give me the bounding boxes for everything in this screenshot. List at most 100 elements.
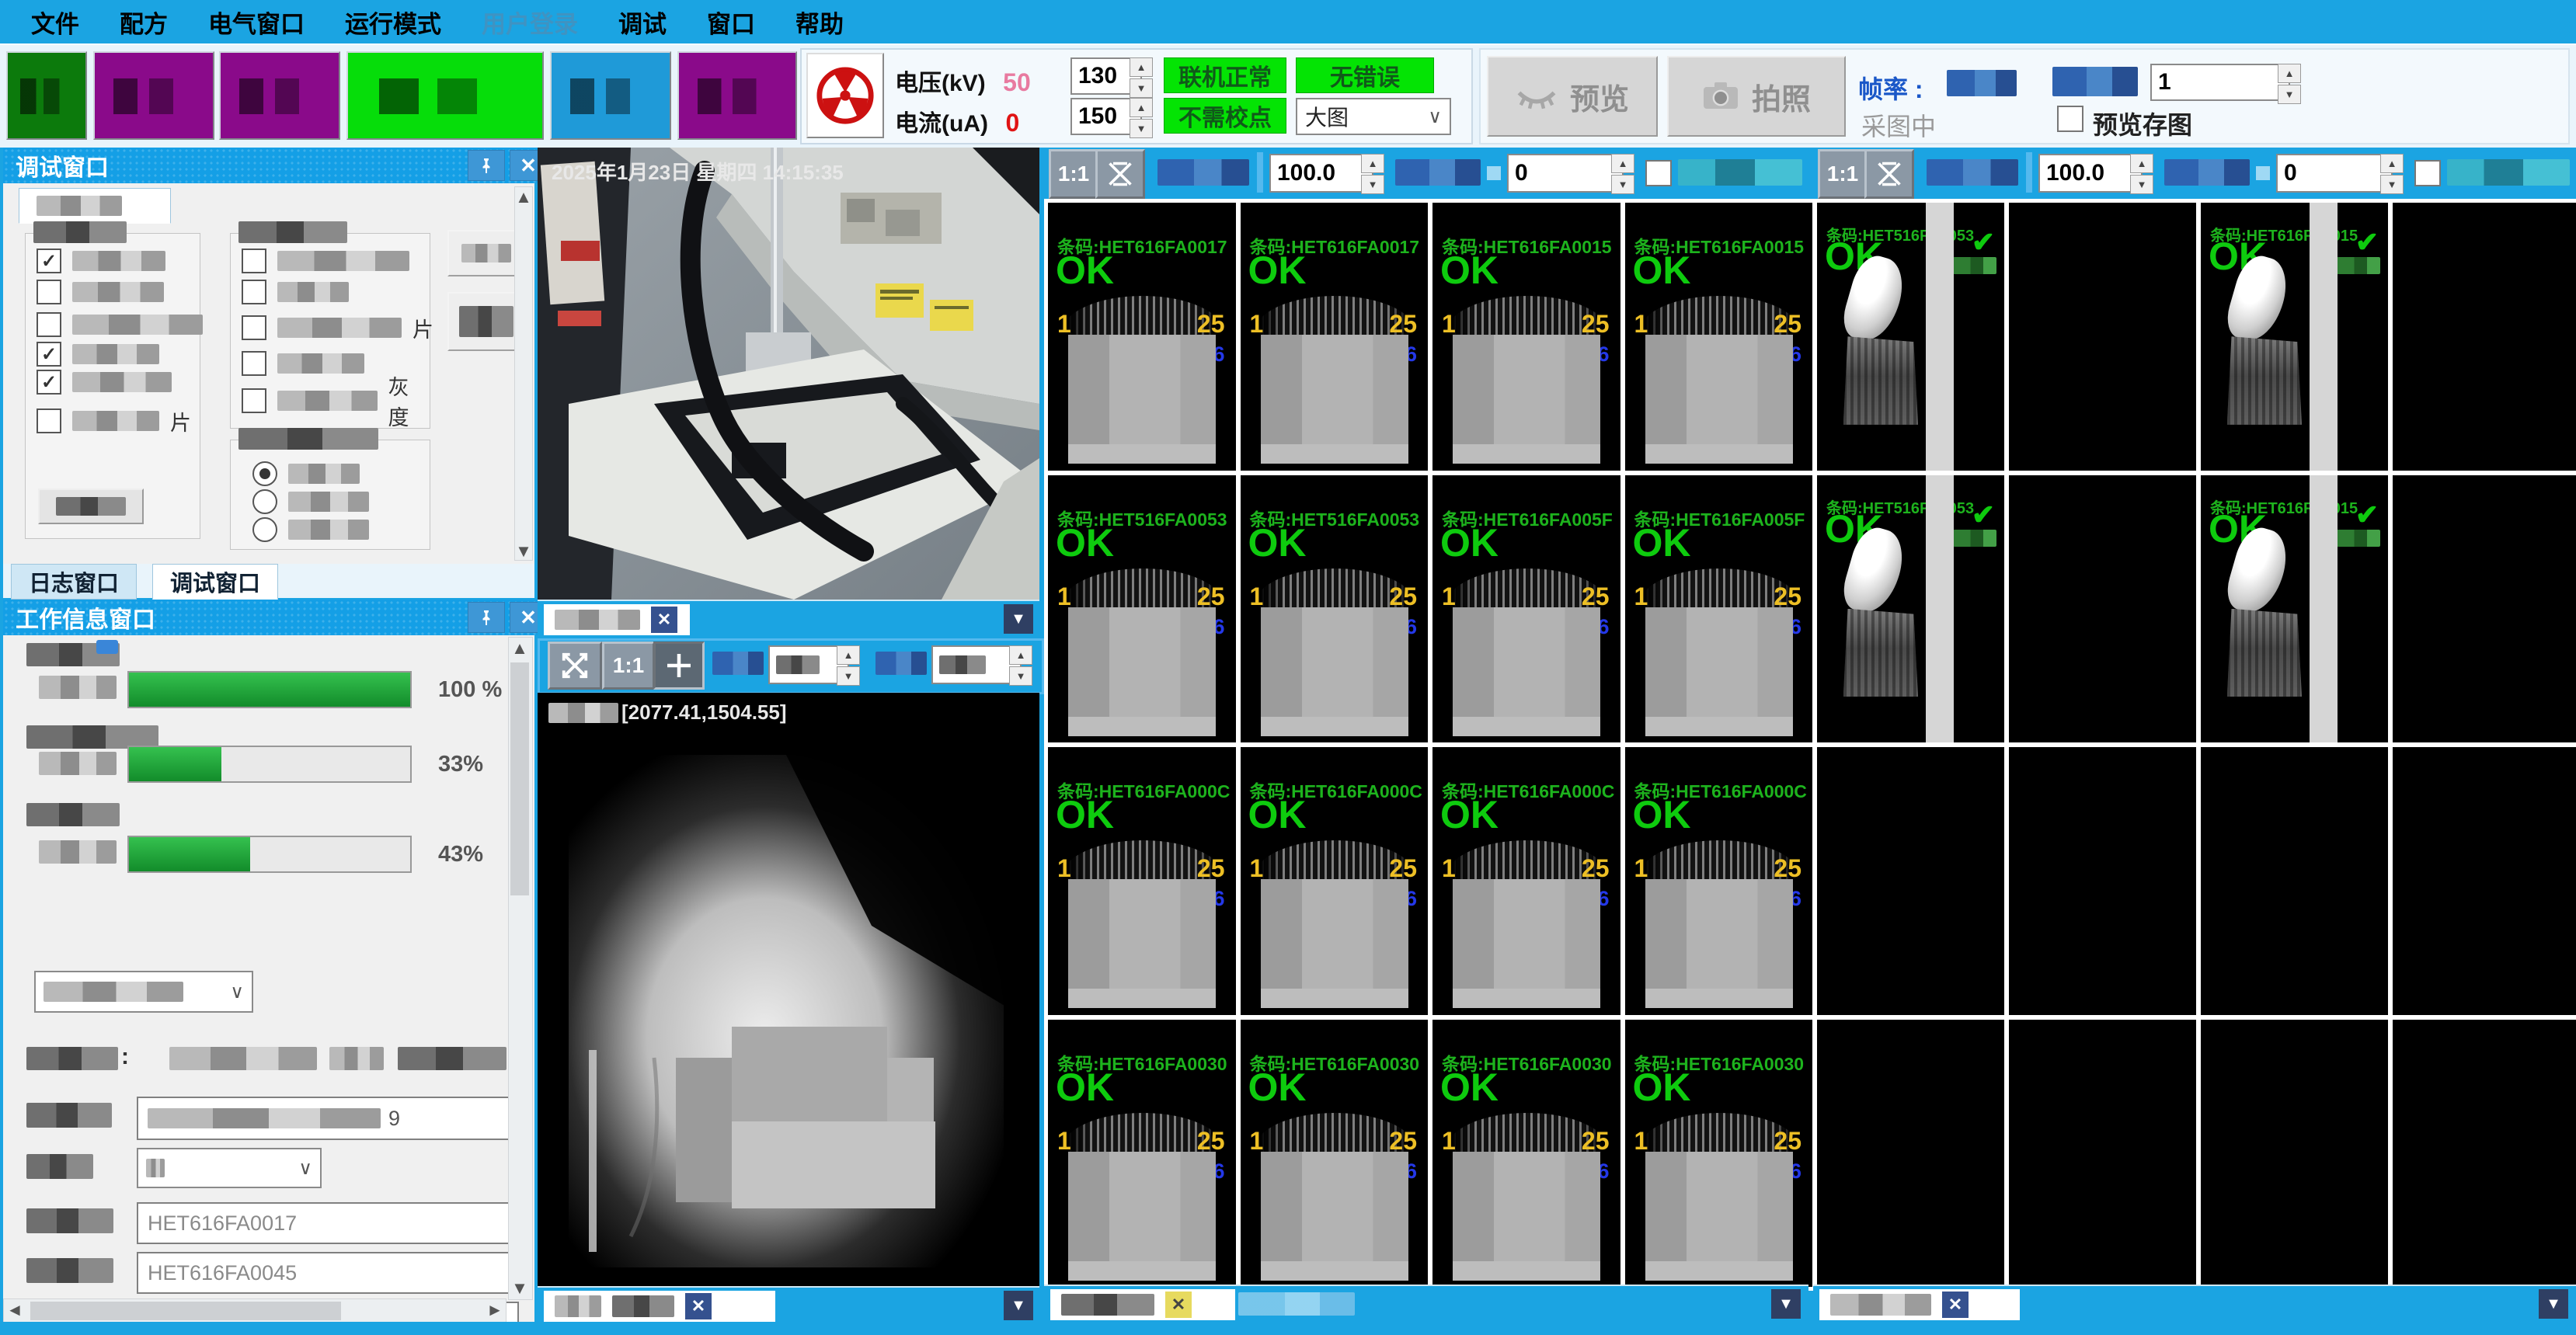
menu-item-帮助[interactable]: 帮助 [775,5,864,40]
menu-item-窗口[interactable]: 窗口 [687,5,775,40]
one-to-one-button[interactable]: 1:1 [602,641,655,690]
lot-input[interactable]: 9 [137,1097,519,1140]
inspection-cell[interactable]: 条码:HET516FA0053OK1256 [1241,475,1429,743]
toolbar-button-3[interactable] [219,51,340,140]
debug-checkbox[interactable] [242,248,409,274]
pin-icon[interactable] [468,602,505,633]
radio-icon[interactable] [252,517,277,542]
grid3-tab-active[interactable]: ✕ [1050,1289,1235,1320]
debug-checkbox[interactable] [37,369,172,395]
one-to-one-button[interactable]: 1:1 [1049,149,1098,199]
debug-checkbox[interactable] [242,279,349,305]
tab-dropdown-icon[interactable]: ▼ [1771,1289,1801,1319]
work-window-titlebar[interactable]: 工作信息窗口 ✕ [3,600,559,635]
sideview-cell[interactable]: 条码:HET616FA0015OK✔ [2201,203,2388,471]
radiation-button[interactable] [806,53,884,138]
inspection-cell[interactable]: 条码:HET616FA0017OK1256 [1048,203,1236,471]
toolbar-button-5[interactable] [550,51,671,140]
close-icon[interactable]: ✕ [685,1293,712,1319]
work-vscrollbar[interactable]: ▲ ▼ [508,637,533,1300]
image-size-select[interactable]: 大图∨ [1296,98,1451,135]
debug-checkbox[interactable] [37,311,203,338]
sideview-cell[interactable]: 条码:HET516FA0053OK✔ [1817,475,2004,743]
debug-radio[interactable] [252,516,369,543]
debug-tab[interactable] [19,188,171,224]
checkbox-icon[interactable] [242,388,266,413]
close-icon[interactable]: ✕ [1942,1292,1969,1318]
inspection-cell[interactable]: 条码:HET616FA000COK1256 [1625,747,1813,1015]
toolbar-button-2[interactable] [93,51,214,140]
debug-checkbox[interactable] [37,341,159,367]
toolbar-button-6[interactable] [677,51,797,140]
menu-item-用户登录[interactable]: 用户登录 [461,5,598,40]
min-gray-input[interactable]: 0 [2276,154,2393,193]
checkbox-icon[interactable] [37,249,61,273]
preview-button[interactable]: 预览 [1487,56,1658,137]
empty-cell[interactable] [2393,1020,2576,1288]
side-button-2[interactable] [447,292,525,351]
empty-cell[interactable] [2009,475,2196,743]
radio-icon[interactable] [252,461,277,486]
checkbox-icon[interactable] [242,351,266,376]
empty-cell[interactable] [2009,203,2196,471]
fit-view-button[interactable] [1095,149,1145,199]
voltage-spinner[interactable]: ▲▼ [1130,57,1153,98]
one-to-one-button[interactable]: 1:1 [1818,149,1868,199]
photo-button[interactable]: 拍照 [1667,56,1846,137]
camera-tab[interactable]: ✕ [544,604,690,635]
inspection-cell[interactable]: 条码:HET616FA0030OK1256 [1625,1020,1813,1288]
inspection-cell[interactable]: 条码:HET616FA005FOK1256 [1432,475,1620,743]
current-spinner[interactable]: ▲▼ [1130,98,1153,138]
debug-checkbox[interactable] [242,350,364,377]
toolbar-button-start[interactable] [346,51,544,140]
close-icon[interactable]: ✕ [651,607,677,633]
serial-input-1[interactable]: HET616FA0017 [137,1202,519,1244]
tab-dropdown-icon[interactable]: ▼ [2539,1289,2568,1319]
tab-log-window[interactable]: 日志窗口 [11,564,137,600]
menu-item-调试[interactable]: 调试 [598,5,687,40]
max-gray-input[interactable]: 100.0 [2038,154,2143,193]
checkbox-icon[interactable] [242,249,266,273]
menu-item-电气窗口[interactable]: 电气窗口 [188,5,325,40]
inspection-cell[interactable]: 条码:HET616FA0015OK1256 [1432,203,1620,471]
show-gray-coords-checkbox[interactable] [1645,160,1672,186]
empty-cell[interactable] [2201,1020,2388,1288]
checkbox-icon[interactable] [37,312,61,337]
xray-spinner-2[interactable]: ▲▼ [1009,645,1032,686]
debug-radio[interactable] [252,461,360,487]
debug-window-titlebar[interactable]: 调试窗口 ✕ [3,148,559,183]
show-gray-coords-checkbox[interactable] [2414,160,2441,186]
xray-spin-2[interactable] [931,645,1022,684]
crosshair-button[interactable] [653,641,705,690]
min-gray-input[interactable]: 0 [1507,154,1624,193]
max-gray-spinner[interactable]: ▲▼ [2130,154,2153,194]
debug-checkbox[interactable] [37,248,165,274]
inspection-cell[interactable]: 条码:HET616FA000COK1256 [1048,747,1236,1015]
work-hscrollbar[interactable]: ◄ ► [3,1298,506,1323]
empty-cell[interactable] [1817,747,2004,1015]
xray-spinner-1[interactable]: ▲▼ [837,645,860,686]
empty-cell[interactable] [2393,203,2576,471]
overlay-count-input[interactable]: 1 [2150,64,2290,101]
empty-cell[interactable] [2393,475,2576,743]
checkbox-icon[interactable] [37,408,61,433]
xray-tab[interactable]: ✕ [544,1291,775,1322]
empty-cell[interactable] [1817,1020,2004,1288]
xray-image-view[interactable]: [2077.41,1504.55] [538,693,1039,1286]
camera-view[interactable]: 2025年1月23日 星期四 14:15:35 [538,148,1039,600]
inspection-cell[interactable]: 条码:HET616FA0030OK1256 [1048,1020,1236,1288]
checkbox-icon[interactable] [242,280,266,304]
min-gray-spinner[interactable]: ▲▼ [2380,154,2404,194]
debug-checkbox[interactable]: 灰度 [242,388,430,414]
debug-checkbox[interactable]: 片 [37,408,191,434]
debug-button[interactable] [38,488,144,524]
grid3-tab-inactive[interactable] [1238,1292,1355,1316]
inspection-cell[interactable]: 条码:HET616FA0015OK1256 [1625,203,1813,471]
tab-dropdown-icon[interactable]: ▼ [1004,1291,1033,1320]
grid4-tab[interactable]: ✕ [1819,1289,2020,1320]
inspection-cell[interactable]: 条码:HET616FA000COK1256 [1241,747,1429,1015]
recipe-select[interactable]: ∨ [34,971,253,1013]
checkbox-icon[interactable] [37,370,61,395]
debug-checkbox[interactable] [37,279,164,305]
inspection-cell[interactable]: 条码:HET616FA005FOK1256 [1625,475,1813,743]
